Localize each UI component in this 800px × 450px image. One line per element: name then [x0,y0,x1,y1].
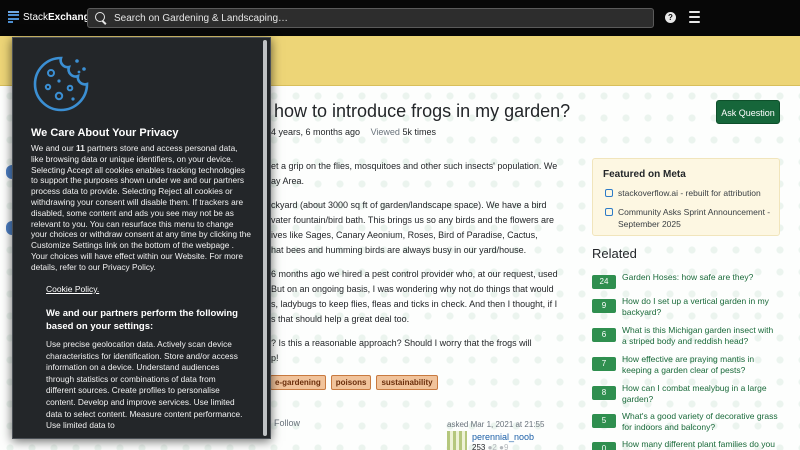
related-item[interactable]: 5 What's a good variety of decorative gra… [592,411,780,433]
related-vote-count: 5 [592,414,616,428]
related-link[interactable]: What's a good variety of decorative gras… [622,411,780,433]
user-reputation: 253 ●2 ●9 [472,443,508,450]
question-title[interactable]: d how to introduce frogs in my garden? [259,101,570,122]
stackexchange-logo-icon [8,11,19,23]
featured-item-text: Community Asks Sprint Announcement - Sep… [618,207,771,229]
search-input[interactable] [114,12,634,24]
body-paragraph: 6 months ago we hired a pest control pro… [271,269,558,324]
related-item[interactable]: 8 How can I combat mealybug in a large ga… [592,383,780,405]
featured-item[interactable]: Community Asks Sprint Announcement - Sep… [605,206,773,230]
cookie-policy-link[interactable]: Cookie Policy. [46,284,99,294]
related-link[interactable]: Garden Hoses: how safe are they? [622,272,753,283]
search-icon [95,12,107,24]
related-heading: Related [592,246,637,261]
hamburger-menu-icon[interactable] [689,11,700,23]
bronze-badges: ●9 [499,443,509,450]
related-vote-count: 9 [592,299,616,313]
related-link[interactable]: How can I combat mealybug in a large gar… [622,383,780,405]
partners-count: 11 [76,143,85,153]
related-item[interactable]: 7 How effective are praying mantis in kee… [592,354,780,376]
viewed-value: 5k times [402,127,436,137]
ask-question-button[interactable]: Ask Question [716,100,780,124]
related-item[interactable]: 6 What is this Michigan garden insect wit… [592,325,780,347]
cookie-consent-dialog: We Care About Your Privacy We and our 11… [12,37,271,439]
search-box[interactable] [87,8,654,28]
avatar[interactable] [447,431,467,450]
dialog-scrollbar[interactable] [263,40,267,436]
related-link[interactable]: How effective are praying mantis in keep… [622,354,780,376]
related-vote-count: 24 [592,275,616,289]
purposes-heading: We and our partners perform the followin… [46,308,238,332]
featured-item-text: stackoverflow.ai - rebuilt for attributi… [618,188,761,198]
help-icon[interactable]: ? [665,12,676,23]
related-vote-count: 8 [592,386,616,400]
consent-title: We Care About Your Privacy [31,127,179,139]
featured-heading: Featured on Meta [603,169,686,180]
meta-post-icon [605,208,613,216]
meta-post-icon [605,189,613,197]
tag-list: e-gardening poisons sustainability [270,375,438,390]
reputation-score: 253 [472,443,486,450]
brand-light: Stack [23,11,49,23]
featured-on-meta: Featured on Meta stackoverflow.ai - rebu… [592,158,780,236]
viewed-label: Viewed [370,127,400,137]
tag-sustainability[interactable]: sustainability [376,375,438,390]
body-paragraph: ckyard (about 3000 sq ft of garden/lands… [271,200,554,255]
body-paragraph: ? Is this a reasonable approach? Should … [271,338,532,363]
related-vote-count: 6 [592,328,616,342]
related-link[interactable]: How many different plant families do you [622,439,775,450]
asked-date: asked Mar 1, 2021 at 21:55 [447,420,545,429]
follow-button[interactable]: Follow [274,418,300,428]
tag-poisons[interactable]: poisons [330,375,372,390]
silver-badges: ●2 [487,443,497,450]
purposes-text: Use precise geolocation data. Actively s… [46,339,243,431]
related-item[interactable]: 9 How do I set up a vertical garden in my… [592,296,780,318]
featured-item[interactable]: stackoverflow.ai - rebuilt for attributi… [605,187,773,199]
related-vote-count: 0 [592,442,616,450]
stackexchange-logo[interactable]: Stack Exchange [8,11,95,23]
modified-value: 4 years, 6 months ago [271,127,361,137]
body-paragraph: et a grip on the flies, mosquitoes and o… [271,161,558,186]
related-link[interactable]: What is this Michigan garden insect with… [622,325,780,347]
related-vote-count: 7 [592,357,616,371]
user-name[interactable]: perennial_noob [472,432,534,442]
cookie-icon [33,56,89,112]
consent-body: We and our 11 partners store and access … [31,143,251,272]
related-link[interactable]: How do I set up a vertical garden in my … [622,296,780,318]
related-item[interactable]: 24 Garden Hoses: how safe are they? [592,272,780,289]
top-bar: StackExchange ? [0,0,800,36]
related-item[interactable]: 0 How many different plant families do yo… [592,439,780,450]
question-body: et a grip on the flies, mosquitoes and o… [271,159,571,375]
tag-e-gardening[interactable]: e-gardening [270,375,326,390]
question-meta: 4 years, 6 months ago Viewed 5k times [271,127,436,137]
